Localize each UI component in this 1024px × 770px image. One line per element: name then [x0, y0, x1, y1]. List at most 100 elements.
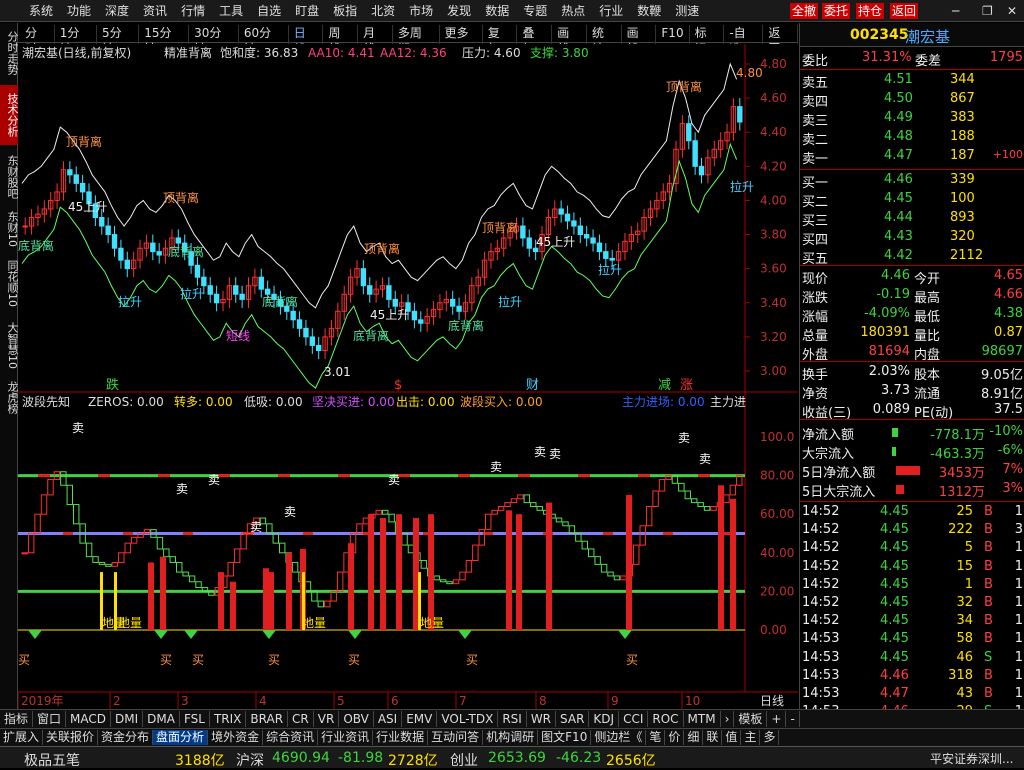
indicator-tab-7[interactable]: BRAR [246, 711, 289, 727]
indicator-tab-12[interactable]: EMV [402, 711, 438, 727]
osc-name[interactable]: 波段先知 [22, 394, 70, 409]
menu-item-0[interactable]: 系统 [22, 3, 60, 19]
cancel-all-button[interactable]: 全撤 [790, 3, 819, 19]
nav-lhb[interactable]: 龙虎榜 [0, 377, 19, 417]
top-divergence-label: 顶背离 [66, 134, 102, 149]
indicator-tab-4[interactable]: DMA [143, 711, 180, 727]
info-tab-5[interactable]: 综合资讯 [263, 730, 319, 745]
flow-bar [896, 485, 904, 494]
menu-item-6[interactable]: 自选 [250, 3, 288, 19]
menu-item-4[interactable]: 行情 [174, 3, 212, 19]
menu-item-12[interactable]: 数据 [478, 3, 516, 19]
osc-dixi: 低吸: 0.00 [244, 395, 303, 409]
nav-technical[interactable]: 技术分析 [0, 85, 19, 145]
candle-body [201, 276, 207, 287]
kline-svg[interactable]: 4.80 4.60 4.40 4.20 4.00 3.80 3.60 3.40 3.20 3.00… [18, 44, 798, 709]
info-tab-7[interactable]: 行业数据 [373, 730, 429, 745]
close-icon[interactable]: ✕ [1005, 3, 1019, 19]
tape-row-cell: 1 [1014, 686, 1023, 701]
info-tab-11[interactable]: 侧边栏《 [591, 730, 647, 745]
info-tab-10[interactable]: 图文F10 [538, 730, 592, 745]
menu-item-17[interactable]: 测速 [668, 3, 706, 19]
back-button[interactable]: 返回 [890, 3, 919, 19]
menu-item-10[interactable]: 市场 [402, 3, 440, 19]
menu-item-1[interactable]: 功能 [60, 3, 98, 19]
indicator-tab-14[interactable]: RSI [498, 711, 527, 727]
info-tab-17[interactable]: 主 [741, 730, 761, 745]
indicator-tab-13[interactable]: VOL-TDX [437, 711, 499, 727]
menu-item-13[interactable]: 专题 [516, 3, 554, 19]
menu-item-9[interactable]: 北资 [364, 3, 402, 19]
menu-item-5[interactable]: 工具 [212, 3, 250, 19]
indicator-tab-18[interactable]: CCI [619, 711, 649, 727]
info-tab-12[interactable]: 笔 [646, 730, 666, 745]
tape-row-cell: B [984, 686, 993, 701]
indicator-tab-0[interactable]: 指标 [0, 711, 34, 727]
info-tab-0[interactable]: 扩展入 [0, 730, 44, 745]
menu-item-16[interactable]: 数鞭 [630, 3, 668, 19]
indicator-tab-6[interactable]: TRIX [210, 711, 247, 727]
indicator-tab-16[interactable]: SAR [556, 711, 590, 727]
info-tab-1[interactable]: 关联报价 [43, 730, 99, 745]
info-tab-14[interactable]: 细 [684, 730, 704, 745]
menu-item-7[interactable]: 盯盘 [288, 3, 326, 19]
info-tab-6[interactable]: 行业资讯 [318, 730, 374, 745]
indicator-name[interactable]: 精准背离 [164, 45, 212, 60]
tape-row-cell: 15 [956, 558, 973, 574]
bottom-divergence-label: 底背离 [18, 238, 54, 253]
candle-body [73, 174, 79, 184]
menu-item-2[interactable]: 深度 [98, 3, 136, 19]
chart-area[interactable]: 4.80 4.60 4.40 4.20 4.00 3.80 3.60 3.40 3.20 3.00… [18, 44, 798, 709]
info-tab-4[interactable]: 境外资金 [208, 730, 264, 745]
quote-row-cell: 4.65 [994, 268, 1023, 283]
date-tick: 3 [181, 694, 189, 708]
ime-indicator[interactable]: 极品五笔 [24, 750, 80, 770]
menu-item-3[interactable]: 资讯 [136, 3, 174, 19]
indicator-tab-3[interactable]: DMI [111, 711, 144, 727]
nav-dzh[interactable]: 大智慧10 [0, 315, 19, 375]
bid-row: 买二 4.45 100 [800, 190, 1024, 210]
volume-bar [160, 556, 166, 630]
left-nav: 分时走势 技术分析 东财股吧 东财10 同花顺10 大智慧10 龙虎榜 [0, 23, 19, 728]
indicator-tab-5[interactable]: FSL [180, 711, 210, 727]
menu-item-11[interactable]: 发现 [440, 3, 478, 19]
info-tab-13[interactable]: 价 [665, 730, 685, 745]
indicator-tab-24[interactable]: - [786, 711, 800, 727]
indicator-tab-20[interactable]: MTM [684, 711, 721, 727]
menu-item-8[interactable]: 板指 [326, 3, 364, 19]
indicator-tab-15[interactable]: WR [527, 711, 557, 727]
nav-ths[interactable]: 同花顺10 [0, 253, 19, 313]
indicator-tab-17[interactable]: KDJ [589, 711, 620, 727]
position-button[interactable]: 持仓 [856, 3, 885, 19]
info-tab-8[interactable]: 互动问答 [428, 730, 484, 745]
info-tab-16[interactable]: 值 [722, 730, 742, 745]
restore-icon[interactable]: ❐ [980, 3, 995, 19]
tape-row: 14:53 4.45 46 S 1 [800, 649, 1024, 668]
info-tab-9[interactable]: 机构调研 [483, 730, 539, 745]
info-tab-2[interactable]: 资金分布 [98, 730, 154, 745]
indicator-tab-23[interactable]: + [767, 711, 787, 727]
flow-row: 净流入额 -778.1万 -10% [800, 423, 1024, 443]
menu-item-15[interactable]: 行业 [592, 3, 630, 19]
indicator-tab-21[interactable]: › [721, 711, 735, 727]
indicator-tab-19[interactable]: ROC [648, 711, 684, 727]
order-button[interactable]: 委托 [822, 3, 851, 19]
indicator-tab-9[interactable]: VR [314, 711, 340, 727]
indicator-tab-8[interactable]: CR [288, 711, 314, 727]
nav-guba[interactable]: 东财股吧 [0, 147, 19, 207]
nav-eastmoney[interactable]: 东财10 [0, 209, 19, 249]
bottom-divergence-label: 底背离 [448, 318, 484, 333]
tape-row: 14:52 4.45 222 B 3 [800, 521, 1024, 540]
indicator-tab-2[interactable]: MACD [66, 711, 112, 727]
indicator-tab-1[interactable]: 窗口 [33, 711, 67, 727]
indicator-tab-22[interactable]: 模板 [734, 711, 768, 727]
indicator-tab-10[interactable]: OBV [339, 711, 374, 727]
info-tab-15[interactable]: 联 [703, 730, 723, 745]
menu-item-14[interactable]: 热点 [554, 3, 592, 19]
minimize-icon[interactable]: ─ [950, 3, 961, 19]
indicator-tab-11[interactable]: ASI [374, 711, 403, 727]
nav-intraday[interactable]: 分时走势 [0, 23, 19, 83]
info-tab-3[interactable]: 盘面分析 [153, 730, 209, 745]
date-mode[interactable]: 日线 [760, 694, 784, 708]
info-tab-18[interactable]: 多 [760, 730, 780, 745]
